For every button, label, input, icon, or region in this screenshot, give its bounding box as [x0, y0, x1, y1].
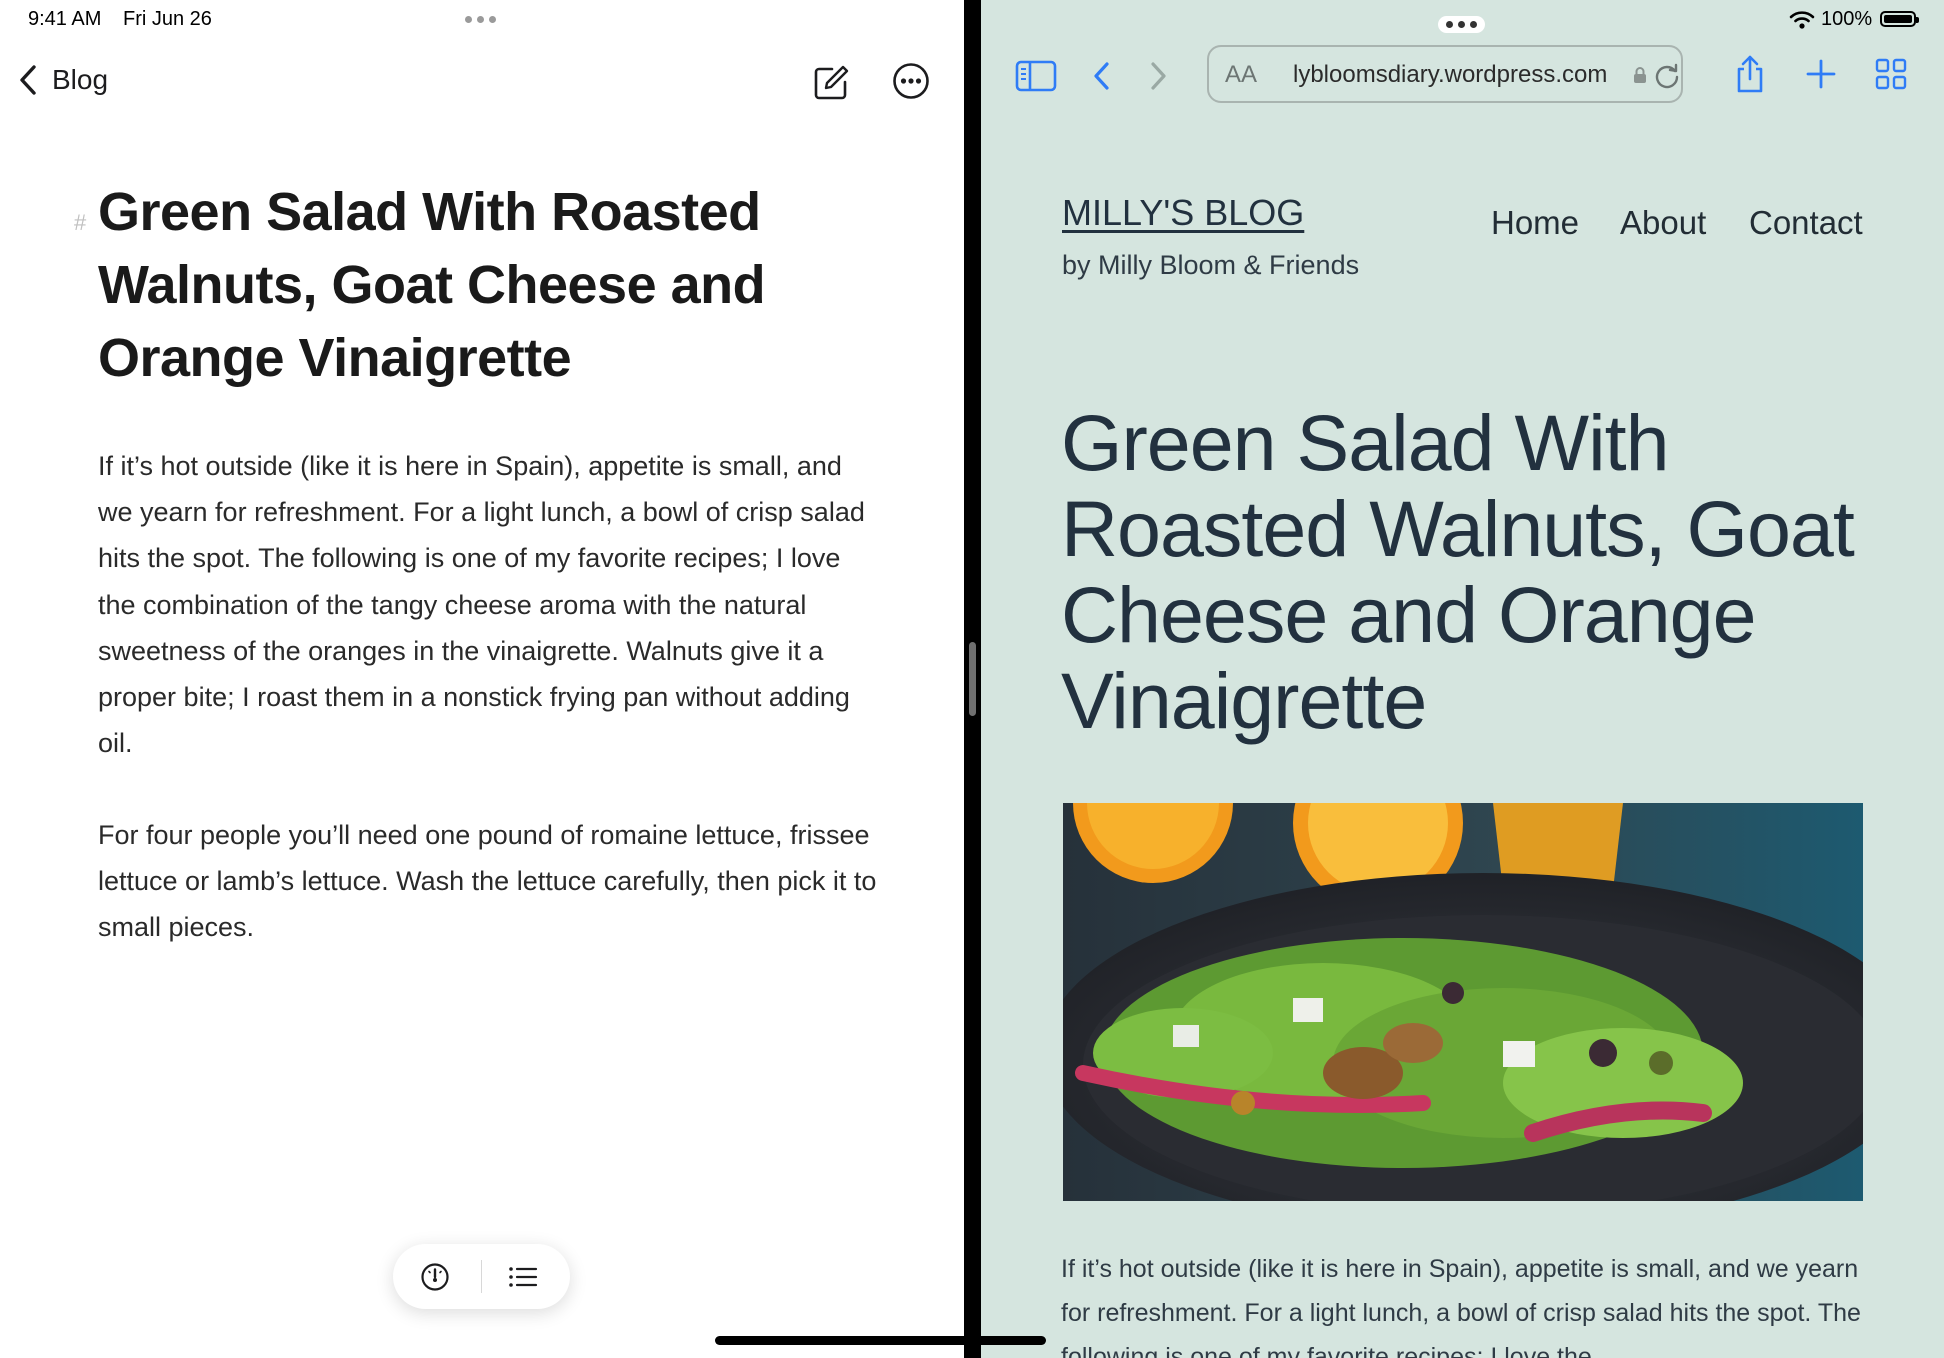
compose-button[interactable] — [808, 60, 854, 106]
editor-toolbar — [393, 1244, 570, 1309]
compose-icon — [814, 65, 849, 100]
chevron-right-icon — [1151, 62, 1166, 90]
new-tab-button[interactable] — [1801, 54, 1841, 94]
multitask-handle-right[interactable] — [1438, 16, 1485, 33]
lock-icon — [1634, 67, 1646, 83]
gauge-icon — [421, 1263, 449, 1291]
nav-contact[interactable]: Contact — [1749, 204, 1863, 242]
post-title: Green Salad With Roasted Walnuts, Goat C… — [1061, 398, 1855, 745]
heading-marker: # — [74, 210, 87, 235]
sidebar-toggle-button[interactable] — [1013, 54, 1059, 98]
safari-pane: 100% AA lybloomsdiary.wordpress.com MILL… — [981, 0, 1944, 1358]
more-button[interactable] — [888, 58, 934, 104]
status-date: Fri Jun 26 — [123, 8, 212, 30]
back-nav-button[interactable] — [1085, 54, 1119, 98]
battery-percent: 100% — [1821, 8, 1873, 30]
featured-image-salad — [1063, 803, 1863, 1201]
wifi-icon — [1789, 11, 1815, 29]
ellipsis-circle-icon — [893, 63, 929, 99]
editor-paragraph[interactable]: If it’s hot outside (like it is here in … — [98, 443, 878, 766]
share-button[interactable] — [1729, 50, 1771, 98]
grid-icon — [1875, 58, 1907, 90]
chevron-left-icon — [20, 65, 36, 95]
plus-icon — [1806, 59, 1836, 89]
editor-pane: 9:41 AM Fri Jun 26 Blog # Green Salad Wi… — [0, 0, 964, 1358]
battery-icon — [1880, 11, 1919, 27]
split-view-divider[interactable] — [964, 0, 981, 1358]
divider-grabber[interactable] — [969, 642, 976, 716]
site-title-link[interactable]: MILLY'S BLOG — [1062, 192, 1304, 234]
toolbar-divider — [481, 1260, 482, 1293]
reload-icon[interactable] — [1653, 61, 1681, 89]
nav-home[interactable]: Home — [1491, 204, 1579, 242]
chevron-left-icon — [1094, 62, 1109, 90]
sidebar-icon — [1015, 60, 1057, 92]
list-icon — [509, 1267, 538, 1287]
multitask-handle-left[interactable] — [465, 16, 496, 23]
tab-overview-button[interactable] — [1871, 54, 1911, 94]
share-icon — [1737, 55, 1763, 93]
back-label: Blog — [52, 64, 109, 95]
home-indicator[interactable] — [715, 1336, 1046, 1345]
address-bar[interactable]: AA lybloomsdiary.wordpress.com — [1207, 45, 1683, 103]
nav-about[interactable]: About — [1620, 204, 1706, 242]
site-tagline: by Milly Bloom & Friends — [1062, 250, 1360, 280]
post-title-editor[interactable]: Green Salad With Roasted Walnuts, Goat C… — [98, 176, 818, 395]
back-button[interactable]: Blog — [18, 60, 108, 100]
status-time: 9:41 AM — [28, 8, 102, 30]
post-excerpt: If it’s hot outside (like it is here in … — [1061, 1255, 1861, 1358]
stats-button[interactable] — [415, 1258, 455, 1296]
outline-button[interactable] — [501, 1258, 545, 1296]
editor-paragraph[interactable]: For four people you’ll need one pound of… — [98, 812, 878, 951]
url-text[interactable]: lybloomsdiary.wordpress.com — [1293, 61, 1607, 89]
forward-nav-button[interactable] — [1141, 54, 1175, 98]
reader-button[interactable]: AA — [1225, 61, 1257, 89]
